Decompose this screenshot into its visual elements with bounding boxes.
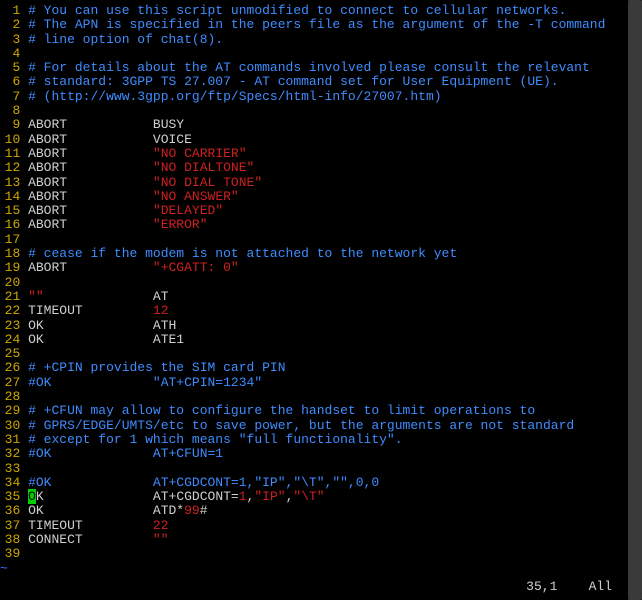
text-cursor: O (28, 489, 36, 504)
line-number: 6 (0, 75, 20, 89)
line-number: 7 (0, 90, 20, 104)
line-number: 20 (0, 276, 20, 290)
line-number: 8 (0, 104, 20, 118)
line-number: 29 (0, 404, 20, 418)
status-bar: 35,1 All (503, 580, 612, 596)
line-number: 19 (0, 261, 20, 275)
line-number: 18 (0, 247, 20, 261)
line-number: 23 (0, 319, 20, 333)
line-number: 22 (0, 304, 20, 318)
line-number: 25 (0, 347, 20, 361)
line-number: 10 (0, 133, 20, 147)
cursor-position: 35,1 (526, 579, 557, 594)
line-number: 3 (0, 33, 20, 47)
line-number: 4 (0, 47, 20, 61)
scroll-indicator: All (589, 579, 612, 594)
line-number: 17 (0, 233, 20, 247)
line-number: 5 (0, 61, 20, 75)
line-number: 32 (0, 447, 20, 461)
line-number: 34 (0, 476, 20, 490)
code-editor[interactable]: 1# You can use this script unmodified to… (0, 4, 642, 580)
empty-line-marker: ~ (0, 562, 642, 576)
line-number: 38 (0, 533, 20, 547)
line-number: 30 (0, 419, 20, 433)
line-number: 24 (0, 333, 20, 347)
scrollbar-thumb[interactable] (628, 0, 642, 600)
line-number: 2 (0, 18, 20, 32)
line-number: 12 (0, 161, 20, 175)
line-number: 35 (0, 490, 20, 504)
line-number: 37 (0, 519, 20, 533)
line-number: 33 (0, 462, 20, 476)
vertical-scrollbar[interactable] (628, 0, 642, 600)
line-number: 9 (0, 118, 20, 132)
line-number: 15 (0, 204, 20, 218)
line-number: 26 (0, 361, 20, 375)
line-number: 13 (0, 176, 20, 190)
line-number: 14 (0, 190, 20, 204)
line-number: 16 (0, 218, 20, 232)
line-number: 31 (0, 433, 20, 447)
line-number: 39 (0, 547, 20, 561)
line-number: 27 (0, 376, 20, 390)
line-number: 28 (0, 390, 20, 404)
line-number: 21 (0, 290, 20, 304)
line-number: 36 (0, 504, 20, 518)
line-number: 1 (0, 4, 20, 18)
line-number: 11 (0, 147, 20, 161)
